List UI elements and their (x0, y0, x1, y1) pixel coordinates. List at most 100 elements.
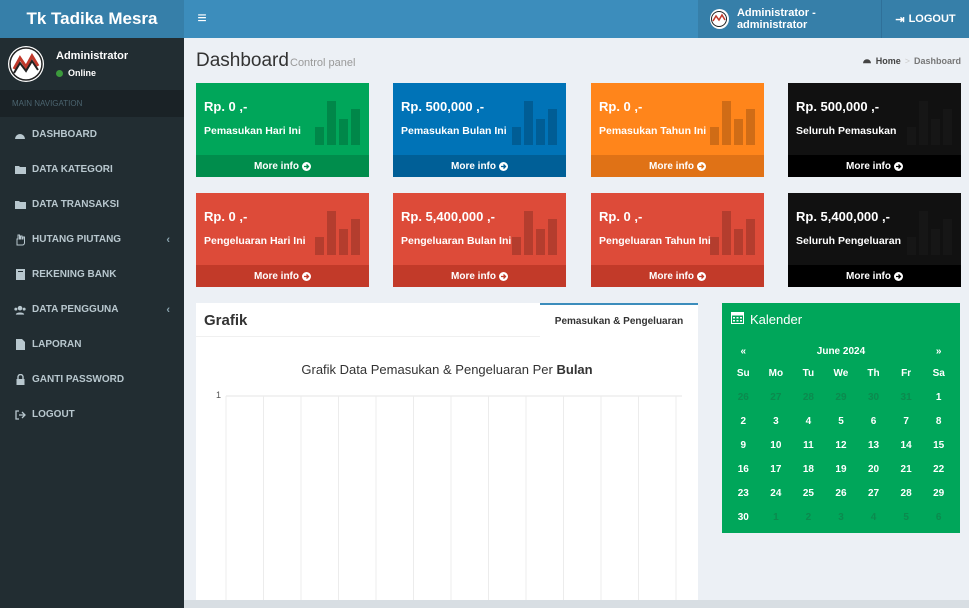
calendar-next-button[interactable]: » (922, 341, 955, 361)
breadcrumb-current: Dashboard (913, 56, 961, 66)
calendar-day[interactable]: 14 (890, 433, 923, 457)
more-info-link[interactable]: More info (788, 155, 961, 177)
calendar-day[interactable]: 7 (890, 409, 923, 433)
page-subtitle: Control panel (290, 57, 356, 69)
box-amount: Rp. 0 ,- (204, 209, 248, 224)
chart-headline: Grafik Data Pemasukan & Pengeluaran Per … (301, 362, 593, 377)
calendar-day[interactable]: 28 (792, 385, 825, 409)
sidebar-item-logout[interactable]: LOGOUT (0, 397, 184, 432)
calendar-day[interactable]: 29 (825, 385, 858, 409)
calendar-day[interactable]: 30 (727, 505, 760, 529)
sidebar-item-label: GANTI PASSWORD (32, 374, 125, 385)
calendar-day[interactable]: 16 (727, 457, 760, 481)
calendar-day[interactable]: 10 (760, 433, 793, 457)
user-menu-label: Administrator - administrator (736, 7, 816, 31)
box-pemasukan-hari-ini: Rp. 0 ,- Pemasukan Hari Ini More info (196, 83, 369, 177)
calendar-day[interactable]: 30 (857, 385, 890, 409)
sidebar-item-laporan[interactable]: LAPORAN (0, 327, 184, 362)
sidebar-item-label: DATA PENGGUNA (32, 304, 119, 315)
calendar-day[interactable]: 26 (727, 385, 760, 409)
sidebar-item-hutang-piutang[interactable]: HUTANG PIUTANG ‹ (0, 222, 184, 257)
calendar-day[interactable]: 15 (922, 433, 955, 457)
calendar-day[interactable]: 18 (792, 457, 825, 481)
sidebar-item-ganti-password[interactable]: GANTI PASSWORD (0, 362, 184, 397)
calendar-weekday: Fr (901, 367, 912, 379)
calendar-icon (731, 311, 744, 327)
arrow-circle-right-icon (499, 161, 508, 171)
sidebar-item-rekening-bank[interactable]: REKENING BANK (0, 257, 184, 292)
user-menu[interactable]: Administrator - administrator (698, 0, 881, 38)
more-info-link[interactable]: More info (591, 155, 764, 177)
calendar-weekday: Th (867, 367, 880, 379)
calendar-day[interactable]: 5 (890, 505, 923, 529)
chart-panel-title: Grafik (204, 312, 248, 329)
calendar-day[interactable]: 31 (890, 385, 923, 409)
box-pemasukan-tahun-ini: Rp. 0 ,- Pemasukan Tahun Ini More info (591, 83, 764, 177)
box-amount: Rp. 5,400,000 ,- (796, 209, 890, 224)
calendar-day[interactable]: 27 (760, 385, 793, 409)
calendar-day[interactable]: 21 (890, 457, 923, 481)
sidebar-item-data-kategori[interactable]: DATA KATEGORI (0, 152, 184, 187)
calendar-day[interactable]: 23 (727, 481, 760, 505)
sidebar-toggle-icon[interactable]: ≡ (192, 9, 212, 29)
more-info-link[interactable]: More info (591, 265, 764, 287)
calendar-day[interactable]: 19 (825, 457, 858, 481)
sidebar: Administrator Online MAIN NAVIGATION DAS… (0, 38, 184, 608)
box-pemasukan-bulan-ini: Rp. 500,000 ,- Pemasukan Bulan Ini More … (393, 83, 566, 177)
hand-icon (14, 234, 26, 246)
logout-button[interactable]: ⇥ LOGOUT (881, 0, 969, 38)
calendar-day[interactable]: 20 (857, 457, 890, 481)
vertical-gridlines (225, 396, 677, 608)
calendar-day[interactable]: 2 (727, 409, 760, 433)
calendar-prev-button[interactable]: « (727, 341, 760, 361)
tab-pemasukan-pengeluaran[interactable]: Pemasukan & Pengeluaran (540, 303, 698, 337)
sidebar-item-label: LAPORAN (32, 339, 82, 350)
calendar-day[interactable]: 11 (792, 433, 825, 457)
calendar-day[interactable]: 27 (857, 481, 890, 505)
more-info-link[interactable]: More info (196, 155, 369, 177)
sidebar-item-data-pengguna[interactable]: DATA PENGGUNA ‹ (0, 292, 184, 327)
calendar-day[interactable]: 1 (922, 385, 955, 409)
calendar-day[interactable]: 6 (857, 409, 890, 433)
calendar-day[interactable]: 22 (922, 457, 955, 481)
users-icon (14, 304, 26, 316)
book-icon (14, 269, 26, 281)
calendar-day[interactable]: 1 (760, 505, 793, 529)
calendar-day[interactable]: 28 (890, 481, 923, 505)
calendar-day[interactable]: 24 (760, 481, 793, 505)
sidebar-item-data-transaksi[interactable]: DATA TRANSAKSI (0, 187, 184, 222)
calendar-day[interactable]: 3 (760, 409, 793, 433)
calendar-day[interactable]: 3 (825, 505, 858, 529)
bar-chart-icon (907, 101, 952, 145)
more-info-link[interactable]: More info (393, 155, 566, 177)
box-amount: Rp. 0 ,- (599, 99, 643, 114)
calendar-day[interactable]: 5 (825, 409, 858, 433)
breadcrumb-home[interactable]: Home (876, 56, 901, 66)
more-info-link[interactable]: More info (393, 265, 566, 287)
sidebar-item-dashboard[interactable]: DASHBOARD (0, 117, 184, 152)
more-info-link[interactable]: More info (788, 265, 961, 287)
chart-panel-header: Grafik Pemasukan & Pengeluaran (196, 303, 698, 337)
calendar-day[interactable]: 4 (857, 505, 890, 529)
calendar-day[interactable]: 25 (792, 481, 825, 505)
sign-out-icon (14, 409, 26, 421)
file-icon (14, 339, 26, 351)
calendar-day[interactable]: 4 (792, 409, 825, 433)
calendar-day[interactable]: 29 (922, 481, 955, 505)
calendar-day[interactable]: 17 (760, 457, 793, 481)
app-logo[interactable]: Tk Tadika Mesra (0, 0, 184, 38)
more-info-link[interactable]: More info (196, 265, 369, 287)
calendar-day[interactable]: 9 (727, 433, 760, 457)
calendar-day[interactable]: 2 (792, 505, 825, 529)
calendar-day[interactable]: 8 (922, 409, 955, 433)
dashboard-icon (862, 56, 872, 66)
calendar-day[interactable]: 12 (825, 433, 858, 457)
calendar-day[interactable]: 13 (857, 433, 890, 457)
calendar-day[interactable]: 6 (922, 505, 955, 529)
calendar-day[interactable]: 26 (825, 481, 858, 505)
box-seluruh-pengeluaran: Rp. 5,400,000 ,- Seluruh Pengeluaran Mor… (788, 193, 961, 287)
box-label: Pemasukan Tahun Ini (599, 125, 707, 137)
box-amount: Rp. 0 ,- (599, 209, 643, 224)
box-amount: Rp. 0 ,- (204, 99, 248, 114)
calendar-month-label[interactable]: June 2024 (760, 341, 923, 361)
